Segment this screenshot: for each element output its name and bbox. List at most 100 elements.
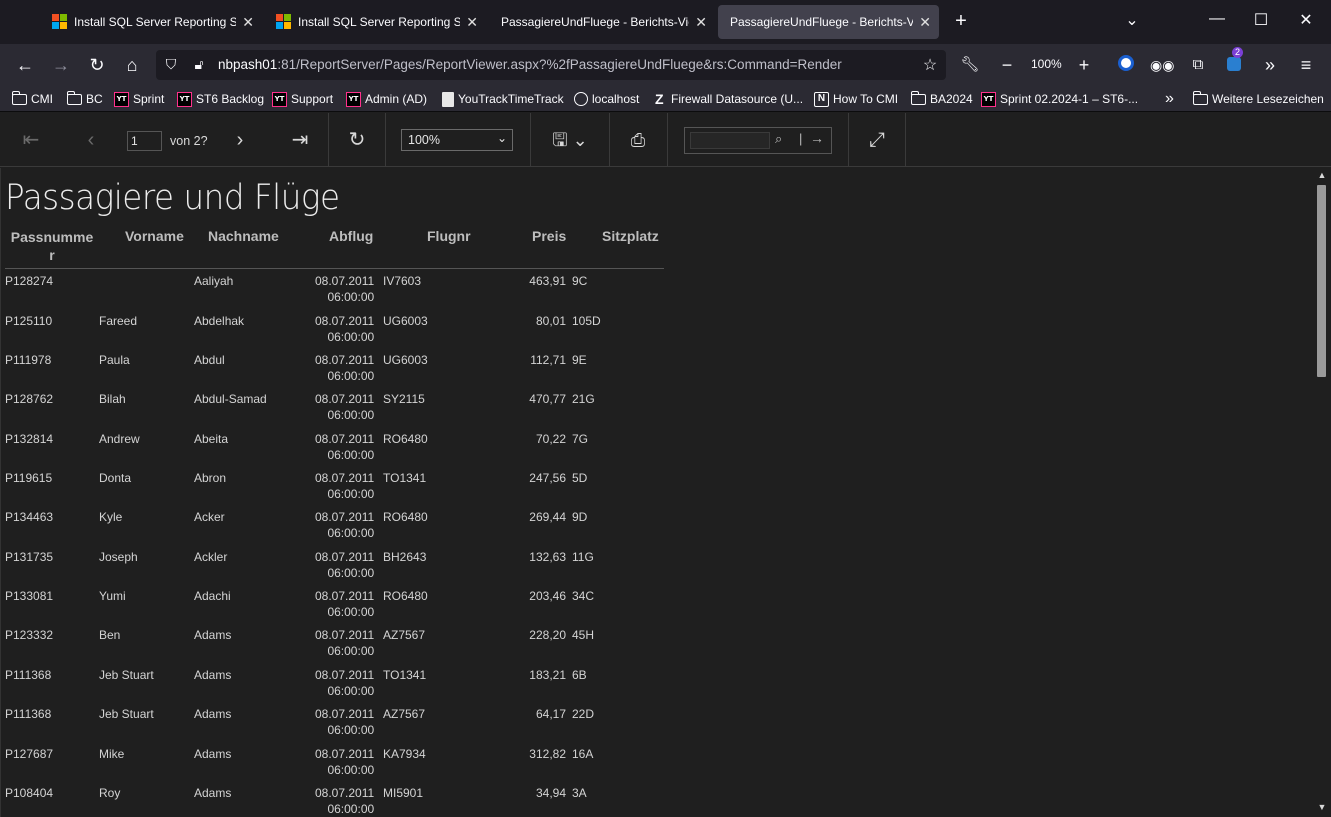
tab-install-ssrs-1[interactable]: Install SQL Server Reporting Services ✕ bbox=[40, 5, 262, 39]
column-header-abflug[interactable]: Abflug bbox=[329, 228, 373, 244]
last-page-icon[interactable]: ⇥ bbox=[289, 129, 311, 151]
bookmark-localhost[interactable]: localhost bbox=[574, 90, 639, 108]
toolbar-divider bbox=[905, 113, 906, 167]
bookmark-bc[interactable]: BC bbox=[66, 90, 103, 108]
column-header-flugnr[interactable]: Flugnr bbox=[427, 228, 471, 244]
tab-report-viewer-active[interactable]: PassagiereUndFluege - Berichts-Viewer ✕ bbox=[718, 5, 939, 39]
cell-flugnr: UG6003 bbox=[383, 353, 428, 367]
extension-badge-icon[interactable]: 2 bbox=[1222, 47, 1246, 77]
bookmark-support[interactable]: YT Support bbox=[272, 90, 333, 108]
print-icon[interactable]: ⎙ bbox=[627, 129, 649, 151]
hamburger-menu-icon[interactable]: ≡ bbox=[1294, 53, 1318, 77]
next-page-icon[interactable]: › bbox=[229, 129, 251, 151]
abflug-time: 06:00:00 bbox=[327, 369, 375, 383]
bookmark-ba2024[interactable]: BA2024 bbox=[910, 90, 973, 108]
shield-icon[interactable]: ⛉ bbox=[162, 56, 180, 73]
cell-flugnr: AZ7567 bbox=[383, 628, 426, 642]
find-input[interactable] bbox=[690, 132, 770, 149]
bookmark-label: YouTrackTimeTrack bbox=[458, 92, 564, 106]
tab-report-viewer-1[interactable]: PassagiereUndFluege - Berichts-Viewer ✕ bbox=[489, 5, 715, 39]
z-icon: Z bbox=[655, 91, 664, 107]
close-window-icon[interactable]: ✕ bbox=[1296, 10, 1316, 30]
cell-vorname: Donta bbox=[99, 471, 132, 485]
scroll-up-arrow-icon[interactable]: ▲ bbox=[1316, 170, 1328, 180]
folder-icon bbox=[11, 90, 27, 105]
close-tab-icon[interactable]: ✕ bbox=[919, 14, 931, 31]
abflug-date: 08.07.2011 bbox=[315, 510, 375, 524]
maximize-icon[interactable]: ☐ bbox=[1251, 10, 1271, 30]
new-tab-button[interactable]: + bbox=[950, 10, 972, 33]
navigation-toolbar: ← → ↻ ⌂ ⛉ 🔓︎ nbpash01:81/ReportServer/Pa… bbox=[0, 44, 1331, 86]
bookmark-how-to-cmi[interactable]: N How To CMI bbox=[814, 90, 898, 108]
extensions-puzzle-icon[interactable]: ⧉ bbox=[1186, 53, 1210, 77]
reload-icon[interactable]: ↻ bbox=[85, 53, 109, 77]
vertical-scrollbar[interactable]: ▲ ▼ bbox=[1313, 168, 1331, 817]
column-header-nachname[interactable]: Nachname bbox=[208, 228, 279, 244]
cell-passnummer: P134463 bbox=[5, 510, 54, 524]
bookmark-cmi[interactable]: CMI bbox=[11, 90, 53, 108]
cell-flugnr: AZ7567 bbox=[383, 707, 426, 721]
column-header-preis[interactable]: Preis bbox=[532, 228, 566, 244]
report-title: Passagiere und Flüge bbox=[5, 178, 340, 218]
abflug-time: 06:00:00 bbox=[327, 723, 375, 737]
cell-vorname: Yumi bbox=[99, 589, 126, 603]
wrench-icon[interactable]: 🔧︎ bbox=[958, 53, 982, 77]
bookmark-star-icon[interactable]: ☆ bbox=[921, 55, 939, 75]
bookmark-firewall-datasource[interactable]: Z Firewall Datasource (U... bbox=[655, 90, 803, 108]
export-save-icon[interactable]: 🖫︎ ⌄ bbox=[550, 129, 590, 151]
password-manager-icon[interactable] bbox=[1114, 53, 1138, 77]
find-next-arrow-icon[interactable]: → bbox=[810, 130, 824, 146]
document-icon bbox=[442, 91, 454, 107]
close-tab-icon[interactable]: ✕ bbox=[242, 14, 254, 31]
zoom-level[interactable]: 100% bbox=[1031, 57, 1062, 71]
url-text[interactable]: nbpash01:81/ReportServer/Pages/ReportVie… bbox=[218, 57, 842, 72]
current-page-input[interactable]: 1 bbox=[127, 131, 162, 151]
cell-nachname: Abron bbox=[194, 471, 227, 485]
bookmarks-overflow-chevron-icon[interactable]: » bbox=[1165, 90, 1174, 108]
abflug-time: 06:00:00 bbox=[327, 763, 375, 777]
minimize-icon[interactable]: — bbox=[1207, 10, 1227, 28]
zoom-in-icon[interactable]: + bbox=[1072, 53, 1096, 77]
cell-preis: 34,94 bbox=[535, 786, 566, 800]
cell-preis: 112,71 bbox=[530, 353, 566, 367]
home-icon[interactable]: ⌂ bbox=[120, 53, 144, 77]
bookmark-label: BC bbox=[86, 92, 103, 106]
column-header-sitzplatz[interactable]: Sitzplatz bbox=[602, 228, 659, 244]
scrollbar-thumb[interactable] bbox=[1317, 185, 1326, 377]
bookmark-youtracktimetrack[interactable]: YouTrackTimeTrack bbox=[442, 90, 564, 108]
refresh-icon[interactable]: ↻ bbox=[346, 129, 368, 151]
zoom-out-icon[interactable]: − bbox=[995, 53, 1019, 77]
abflug-time: 06:00:00 bbox=[327, 290, 375, 304]
column-header-vorname[interactable]: Vorname bbox=[125, 228, 184, 244]
other-bookmarks[interactable]: Weitere Lesezeichen bbox=[1192, 90, 1324, 108]
address-bar[interactable]: ⛉ 🔓︎ nbpash01:81/ReportServer/Pages/Repo… bbox=[156, 50, 946, 80]
first-page-icon[interactable]: ⇤ bbox=[20, 129, 42, 151]
fullscreen-expand-icon[interactable]: ⤢ bbox=[866, 129, 888, 151]
abflug-time: 06:00:00 bbox=[327, 330, 375, 344]
toolbar-divider bbox=[609, 113, 610, 167]
scroll-down-arrow-icon[interactable]: ▼ bbox=[1316, 802, 1328, 812]
tab-label: PassagiereUndFluege - Berichts-Viewer bbox=[730, 15, 914, 29]
bookmark-admin-ad[interactable]: YT Admin (AD) bbox=[346, 90, 427, 108]
bookmark-sprint[interactable]: YT Sprint bbox=[114, 90, 164, 108]
insecure-lock-icon[interactable]: 🔓︎ bbox=[190, 56, 208, 73]
column-header-passnummer[interactable]: Passnumme r bbox=[9, 228, 95, 264]
cell-abflug: 08.07.2011 06:00:00 bbox=[315, 550, 374, 580]
previous-page-icon[interactable]: ‹ bbox=[80, 129, 102, 151]
bookmark-sprint-02-2024[interactable]: YT Sprint 02.2024-1 – ST6-... bbox=[981, 90, 1138, 108]
forward-arrow-icon[interactable]: → bbox=[49, 53, 73, 77]
close-tab-icon[interactable]: ✕ bbox=[695, 14, 707, 31]
bookmark-st6-backlog[interactable]: YT ST6 Backlog bbox=[177, 90, 264, 108]
extension-mask-icon[interactable]: ◉◉ bbox=[1150, 53, 1174, 77]
more-tools-chevron-icon[interactable]: » bbox=[1258, 53, 1282, 77]
list-all-tabs-icon[interactable]: ⌄ bbox=[1122, 10, 1142, 30]
tab-label: Install SQL Server Reporting Services bbox=[298, 15, 461, 29]
youtrack-icon: YT bbox=[114, 91, 129, 107]
search-icon[interactable]: ⌕ bbox=[775, 131, 782, 147]
cell-abflug: 08.07.2011 06:00:00 bbox=[315, 747, 374, 777]
close-tab-icon[interactable]: ✕ bbox=[466, 14, 478, 31]
zoom-select[interactable]: 100% ⌄ bbox=[401, 129, 513, 151]
tab-install-ssrs-2[interactable]: Install SQL Server Reporting Services ✕ bbox=[264, 5, 486, 39]
cell-flugnr: BH2643 bbox=[383, 550, 427, 564]
back-arrow-icon[interactable]: ← bbox=[13, 53, 37, 77]
